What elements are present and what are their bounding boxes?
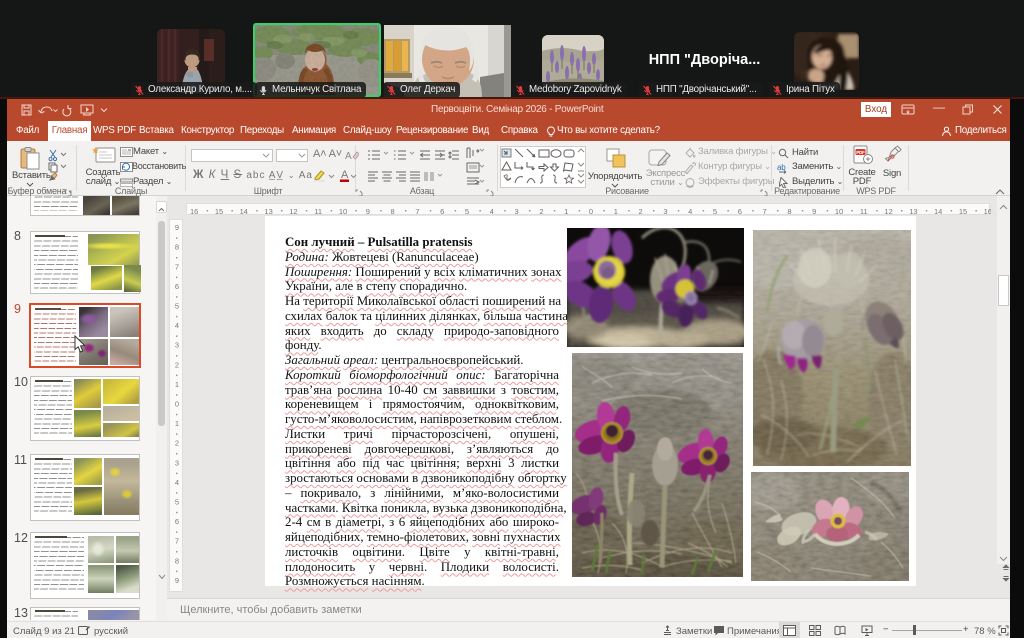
- svg-text:8: 8: [391, 207, 395, 216]
- svg-text:2: 2: [175, 360, 179, 369]
- svg-text:5: 5: [175, 498, 179, 507]
- svg-text:11: 11: [314, 207, 322, 216]
- svg-text:6: 6: [738, 207, 742, 216]
- svg-text:PDF: PDF: [856, 150, 865, 155]
- svg-text:3: 3: [663, 207, 667, 216]
- svg-text:3: 3: [515, 207, 519, 216]
- svg-text:A: A: [345, 151, 352, 161]
- svg-text:10: 10: [835, 207, 843, 216]
- svg-text:9: 9: [175, 576, 179, 585]
- svg-text:14: 14: [240, 207, 248, 216]
- svg-text:6: 6: [440, 207, 444, 216]
- svg-text:3: 3: [175, 458, 179, 467]
- svg-text:13: 13: [909, 207, 917, 216]
- svg-text:7: 7: [415, 207, 419, 216]
- svg-text:4: 4: [175, 321, 179, 330]
- svg-text:3: 3: [175, 341, 179, 350]
- svg-text:6: 6: [175, 282, 179, 291]
- svg-text:4: 4: [688, 207, 692, 216]
- svg-text:0: 0: [175, 400, 179, 409]
- svg-text:1: 1: [175, 380, 179, 389]
- svg-text:15: 15: [215, 207, 223, 216]
- svg-text:16: 16: [190, 207, 198, 216]
- svg-text:4: 4: [490, 207, 494, 216]
- svg-text:9: 9: [366, 207, 370, 216]
- svg-text:10: 10: [339, 207, 347, 216]
- svg-text:5: 5: [175, 302, 179, 311]
- svg-text:11: 11: [860, 207, 868, 216]
- svg-text:1: 1: [564, 207, 568, 216]
- svg-text:7: 7: [175, 262, 179, 271]
- svg-text:5: 5: [713, 207, 717, 216]
- svg-text:8: 8: [787, 207, 791, 216]
- svg-text:14: 14: [934, 207, 942, 216]
- svg-text:1: 1: [614, 207, 618, 216]
- svg-text:7: 7: [175, 537, 179, 546]
- svg-text:9: 9: [175, 223, 179, 232]
- svg-text:5: 5: [465, 207, 469, 216]
- svg-text:9: 9: [812, 207, 816, 216]
- svg-text:2: 2: [639, 207, 643, 216]
- svg-text:A: A: [341, 169, 349, 181]
- svg-text:0: 0: [589, 207, 593, 216]
- svg-text:2: 2: [175, 439, 179, 448]
- svg-text:12: 12: [289, 207, 297, 216]
- svg-text:13: 13: [264, 207, 272, 216]
- svg-text:12: 12: [884, 207, 892, 216]
- svg-text:8: 8: [175, 243, 179, 252]
- svg-text:6: 6: [175, 517, 179, 526]
- svg-text:4: 4: [175, 478, 179, 487]
- svg-text:15: 15: [959, 207, 967, 216]
- svg-text:7: 7: [763, 207, 767, 216]
- svg-text:8: 8: [175, 556, 179, 565]
- svg-text:1: 1: [175, 419, 179, 428]
- svg-text:2: 2: [539, 207, 543, 216]
- svg-text:16: 16: [984, 207, 991, 216]
